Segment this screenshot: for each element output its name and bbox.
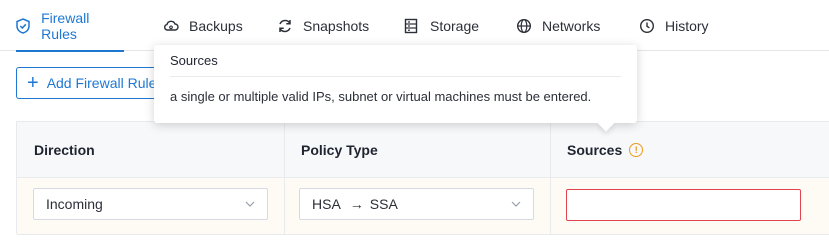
add-button-label: Add Firewall Rule (46, 75, 157, 91)
tab-networks[interactable]: Networks (516, 0, 600, 51)
add-firewall-rule-button[interactable]: + Add Firewall Rule (16, 67, 176, 99)
header-policy-type: Policy Type (301, 141, 378, 158)
chevron-down-icon (511, 201, 521, 207)
column-divider (550, 122, 551, 234)
sources-input[interactable] (566, 189, 801, 221)
policy-to: SSA (369, 196, 398, 212)
clock-icon (639, 18, 655, 34)
tab-label: Backups (189, 17, 243, 34)
tab-bar: Firewall Rules Backups Snapshots Storage… (0, 0, 829, 52)
tab-snapshots[interactable]: Snapshots (277, 0, 369, 51)
tab-label: Networks (542, 17, 601, 34)
column-divider (284, 122, 285, 234)
storage-icon (404, 18, 420, 34)
refresh-icon (277, 18, 293, 34)
plus-icon: + (27, 72, 39, 94)
globe-icon (516, 18, 532, 34)
warning-icon[interactable]: ! (629, 142, 644, 157)
tab-label: History (665, 17, 709, 34)
tab-history[interactable]: History (639, 0, 709, 51)
tab-label: Storage (430, 17, 480, 34)
sources-tooltip: Sources a single or multiple valid IPs, … (154, 45, 637, 132)
tab-storage[interactable]: Storage (404, 0, 479, 51)
tab-label: Snapshots (303, 17, 370, 34)
tab-firewall-rules[interactable]: Firewall Rules (16, 0, 124, 52)
chevron-down-icon (245, 201, 255, 207)
table-header (17, 122, 829, 178)
tab-backups[interactable]: Backups (163, 0, 243, 51)
header-direction: Direction (34, 141, 95, 158)
tooltip-body: a single or multiple valid IPs, subnet o… (170, 89, 592, 104)
shield-check-icon (16, 17, 31, 34)
policy-from: HSA (312, 196, 341, 212)
direction-value: Incoming (46, 196, 103, 212)
arrow-right-icon: → (349, 196, 364, 212)
tab-label: Firewall Rules (41, 9, 90, 42)
direction-select[interactable]: Incoming (33, 188, 268, 220)
cloud-backup-icon (163, 18, 179, 34)
header-sources-label: Sources (567, 141, 623, 158)
tooltip-title: Sources (170, 45, 621, 77)
policy-type-select[interactable]: HSA → SSA (299, 188, 534, 220)
